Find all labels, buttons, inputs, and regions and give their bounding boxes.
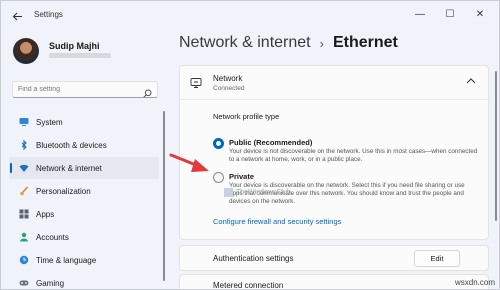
watermark: TheWindowsClub [224, 188, 291, 197]
public-radio[interactable] [213, 138, 224, 149]
main-scrollbar[interactable] [495, 71, 497, 221]
private-option-title: Private [229, 172, 255, 181]
sidebar: System Bluetooth & devices Network & int… [9, 111, 159, 289]
maximize-button[interactable]: ☐ [436, 5, 464, 23]
title-bar: Settings — ☐ ✕ [1, 1, 499, 31]
network-profile-type-label: Network profile type [213, 112, 280, 121]
chevron-up-icon[interactable] [466, 76, 476, 87]
app-title: Settings [34, 10, 63, 19]
wifi-icon [19, 163, 29, 173]
sidebar-item-time-language[interactable]: Time & language [9, 249, 159, 271]
sidebar-item-network[interactable]: Network & internet [9, 157, 159, 179]
sidebar-item-system[interactable]: System [9, 111, 159, 133]
watermark-logo-icon [224, 188, 233, 197]
globe-clock-icon [19, 255, 29, 265]
breadcrumb-separator: › [319, 35, 324, 51]
user-account-info [49, 53, 111, 60]
public-option-title: Public (Recommended) [229, 138, 313, 147]
metered-connection-row: Metered connection [179, 274, 489, 290]
avatar[interactable] [13, 38, 39, 64]
close-button[interactable]: ✕ [466, 5, 494, 23]
network-title: Network [213, 74, 243, 83]
sidebar-item-personalization[interactable]: Personalization [9, 180, 159, 202]
sidebar-item-label: Time & language [36, 255, 97, 265]
minimize-button[interactable]: — [406, 5, 434, 23]
sidebar-item-label: Apps [36, 209, 55, 219]
authentication-settings-label: Authentication settings [213, 254, 294, 263]
sidebar-item-label: Personalization [36, 186, 91, 196]
firewall-settings-link[interactable]: Configure firewall and security settings [213, 217, 341, 226]
apps-icon [19, 209, 29, 219]
monitor-icon [19, 117, 29, 127]
watermark-text: TheWindowsClub [236, 189, 291, 196]
network-panel: Network Connected Network profile type P… [179, 65, 490, 240]
ethernet-icon [190, 76, 202, 88]
sidebar-item-label: System [36, 117, 63, 127]
search-icon[interactable] [143, 85, 152, 98]
network-header[interactable]: Network Connected [180, 66, 490, 100]
edit-button[interactable]: Edit [414, 250, 460, 267]
public-option-description: Your device is not discoverable on the n… [229, 148, 478, 164]
person-icon [19, 232, 29, 242]
annotation-arrow-icon [169, 153, 209, 172]
sidebar-scrollbar[interactable] [163, 111, 165, 281]
sidebar-item-apps[interactable]: Apps [9, 203, 159, 225]
private-radio[interactable] [213, 172, 224, 183]
back-arrow-icon[interactable] [9, 8, 25, 24]
bluetooth-icon [19, 140, 29, 150]
user-name: Sudip Majhi [49, 41, 100, 51]
site-watermark: wsxdn.com [454, 278, 495, 287]
sidebar-item-bluetooth[interactable]: Bluetooth & devices [9, 134, 159, 156]
sidebar-item-label: Gaming [36, 278, 65, 288]
network-status: Connected [213, 85, 245, 92]
sidebar-item-gaming[interactable]: Gaming [9, 272, 159, 289]
gamepad-icon [19, 278, 29, 288]
settings-window: Settings — ☐ ✕ Sudip Majhi System Blueto… [0, 0, 500, 290]
sidebar-item-accounts[interactable]: Accounts [9, 226, 159, 248]
breadcrumb: Network & internet › Ethernet [179, 34, 398, 52]
brush-icon [19, 186, 29, 196]
search-input[interactable] [18, 86, 138, 93]
authentication-settings-row: Authentication settings Edit [179, 245, 489, 271]
search-box[interactable] [12, 81, 158, 98]
sidebar-item-label: Network & internet [36, 163, 102, 173]
page-title: Ethernet [332, 34, 398, 51]
sidebar-item-label: Accounts [36, 232, 69, 242]
breadcrumb-parent[interactable]: Network & internet [179, 34, 311, 52]
metered-connection-label: Metered connection [213, 281, 284, 290]
sidebar-item-label: Bluetooth & devices [36, 140, 107, 150]
